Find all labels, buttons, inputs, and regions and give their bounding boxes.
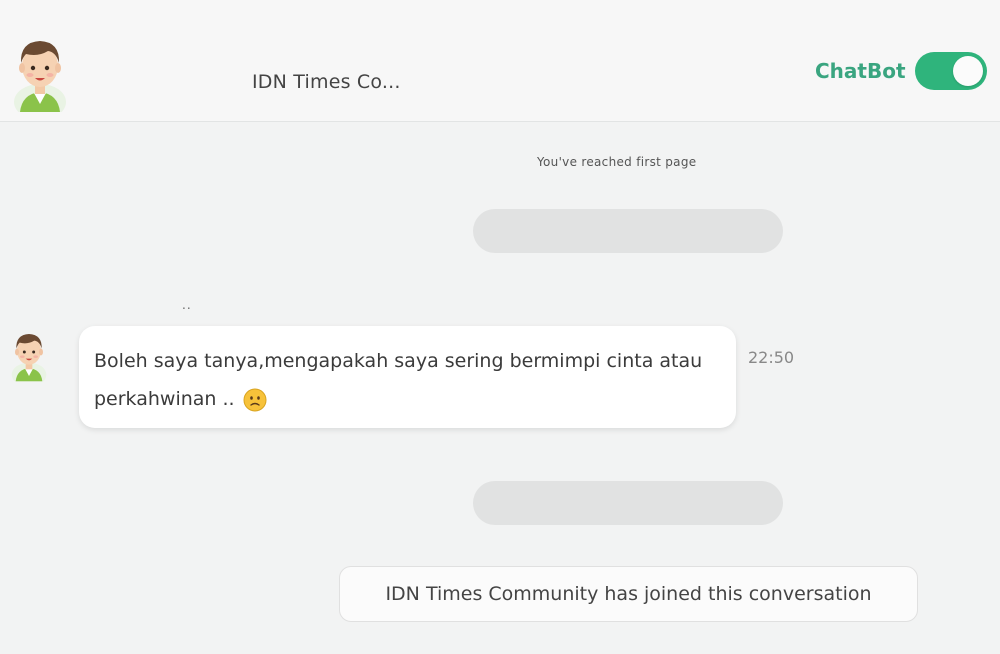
chat-header: IDN Times Co... ChatBot xyxy=(0,0,1000,122)
message-timestamp: 22:50 xyxy=(748,348,795,367)
system-message: IDN Times Community has joined this conv… xyxy=(339,566,918,622)
system-message-text: IDN Times Community has joined this conv… xyxy=(385,583,872,605)
message-text: Boleh saya tanya,mengapakah saya sering … xyxy=(94,350,703,410)
first-page-notice: You've reached first page xyxy=(537,155,697,169)
man-avatar-icon xyxy=(9,324,49,384)
toggle-knob xyxy=(953,56,983,86)
message-placeholder xyxy=(473,209,783,253)
message-placeholder xyxy=(473,481,783,525)
conversation-title: IDN Times Co... xyxy=(252,71,401,93)
chatbot-toggle[interactable] xyxy=(915,52,987,90)
man-avatar-icon[interactable] xyxy=(10,30,70,112)
message-bubble[interactable]: Boleh saya tanya,mengapakah saya sering … xyxy=(79,326,736,428)
worried-face-emoji xyxy=(243,388,267,411)
chatbot-label: ChatBot xyxy=(815,59,906,83)
typing-indicator: .. xyxy=(182,298,192,312)
